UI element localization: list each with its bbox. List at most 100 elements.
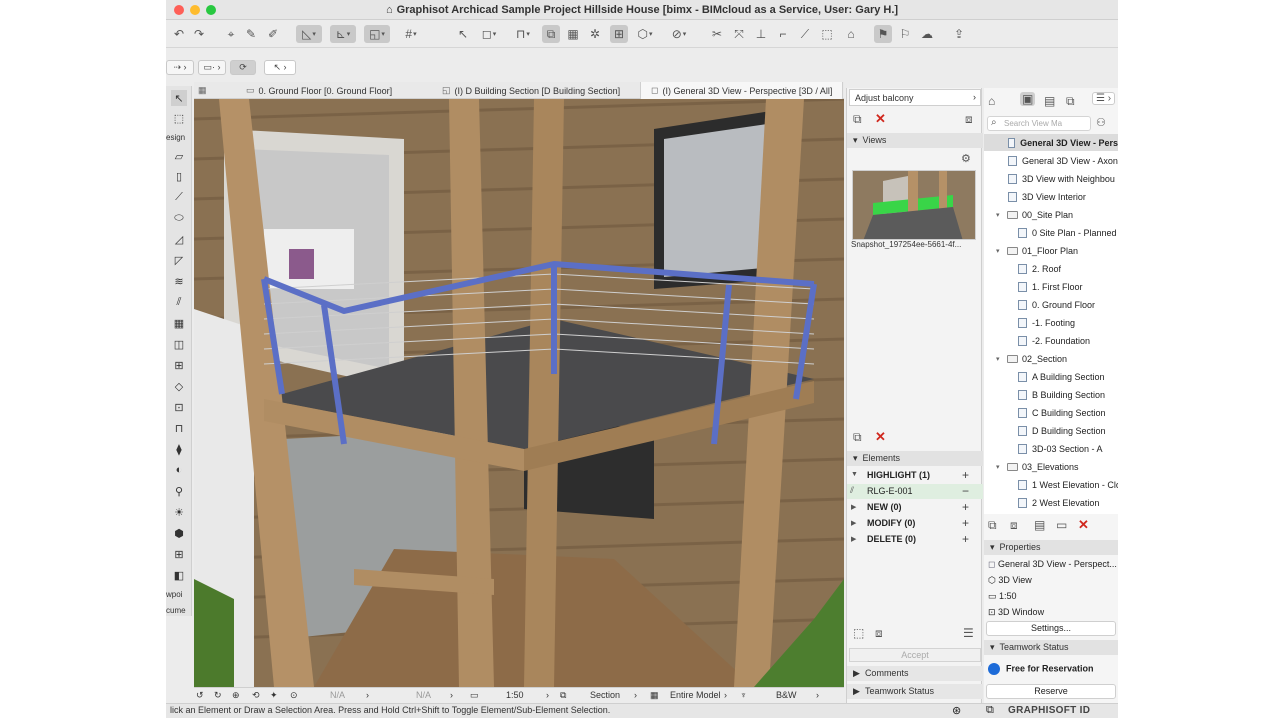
chevron-right-icon[interactable]: › [816,690,819,700]
teamwork-icon[interactable]: ☁ [918,25,936,43]
snap-guides-icon[interactable]: ⊾ ▾ [330,25,356,43]
views-section-header[interactable]: ▾ Views [847,133,983,148]
roof-tool-icon[interactable]: ◿ [171,231,187,247]
snap-points-icon[interactable]: ◱ ▾ [364,25,390,43]
arrow-tool-selector[interactable]: ↖ › [264,60,296,75]
new-group[interactable]: ▶ NEW (0) + [847,500,983,515]
view-mode-dropdown[interactable]: ⇢ › [166,60,194,75]
gear-icon[interactable]: ⚙ [961,152,971,165]
arrow-tool-icon[interactable]: ↖ [171,90,187,106]
tree-item[interactable]: General 3D View - Pers [984,134,1118,151]
wall-tool-icon[interactable]: ▱ [171,148,187,164]
viewpoint-group-label[interactable]: wpoi [166,590,192,599]
reserve-button[interactable]: Reserve [986,684,1116,699]
lamp-tool-icon[interactable]: ☀ [171,504,187,520]
flag-icon[interactable]: ⚑ [874,25,892,43]
roof-icon[interactable]: ⌂ [842,25,860,43]
find-select-icon[interactable]: ⌖ [222,25,240,43]
magic-wand-icon[interactable]: ✲ [586,25,604,43]
teamwork-status-header[interactable]: ▾ Teamwork Status [984,640,1118,655]
teamwork-globe-icon[interactable]: ⊛ [952,704,961,717]
zoom-na[interactable]: N/A [330,690,345,700]
eyedropper-icon[interactable]: ✎ [242,25,260,43]
orbit-view-icon[interactable]: ⟲ [252,690,260,701]
fit-window-icon[interactable]: ⊙ [290,690,298,701]
view-settings-icon[interactable]: ⧈ [965,112,973,127]
tree-item[interactable]: 1. First Floor [1018,278,1083,295]
offset-icon[interactable]: ⊥ [752,25,770,43]
tree-item[interactable]: B Building Section [1018,386,1105,403]
object-3d-tool-icon[interactable]: ⬢ [171,525,187,541]
model-view-option[interactable]: Entire Model [670,690,721,700]
resize-icon[interactable]: ⬚ [818,25,836,43]
chevron-right-icon[interactable]: › [634,690,637,700]
tree-item[interactable]: 1 West Elevation - Clo [1018,476,1118,493]
pointer-icon[interactable]: ↖ [454,25,472,43]
tree-item[interactable]: C Building Section [1018,404,1106,421]
marquee-icon[interactable]: ⊞ [610,25,628,43]
undo-icon[interactable]: ↶ [170,25,188,43]
delete-view-icon[interactable]: ✕ [1078,517,1089,533]
teamwork-section-header[interactable]: ▶ Teamwork Status [847,684,983,699]
stair-tool-icon[interactable]: ≋ [171,273,187,289]
publisher-icon[interactable]: ⧉ [1066,94,1075,109]
door-tool-icon[interactable]: ◫ [171,336,187,352]
properties-header[interactable]: ▾ Properties [984,540,1118,555]
syringe-icon[interactable]: ✐ [264,25,282,43]
curtain-wall-tool-icon[interactable]: ▦ [171,315,187,331]
settings-button[interactable]: Settings... [986,621,1116,636]
navigator-menu-icon[interactable]: ☰ › [1092,92,1116,105]
tab-d-building-section[interactable]: ◱ (I) D Building Section [D Building Sect… [442,82,620,99]
zone-tool-icon[interactable]: ⊓ [171,420,187,436]
marquee-tool-icon[interactable]: ⬚ [171,110,187,126]
column-tool-icon[interactable]: ▯ [171,168,187,184]
surface-painter-icon[interactable]: ⊘ ▾ [666,25,692,43]
scale-value[interactable]: 1:50 [506,690,524,700]
tree-item[interactable]: 3D-03 Section - A [1018,440,1103,457]
3d-model-render[interactable] [194,99,844,687]
issue-title[interactable]: Adjust balcony › [849,89,981,106]
chevron-right-icon[interactable]: › [450,690,453,700]
tree-folder[interactable]: ▾ 03_Elevations [996,458,1079,475]
delete-element-icon[interactable]: ✕ [875,429,886,445]
tree-item[interactable]: 3D View Interior [1008,188,1086,205]
chevron-down-icon[interactable]: ▾ [996,463,1003,471]
window-layout-icon[interactable]: ⧉ [986,704,994,717]
new-view-icon[interactable]: ⧉ [988,518,997,533]
layout-book-icon[interactable]: ▤ [1044,94,1055,108]
3d-viewport[interactable] [194,99,844,687]
tab-ground-floor[interactable]: ▭ 0. Ground Floor [0. Ground Floor] [246,82,392,99]
document-group-label[interactable]: cume [166,606,192,615]
tree-folder[interactable]: ▾ 02_Section [996,350,1067,367]
highlight-elements-icon[interactable]: ⧈ [875,626,883,641]
chevron-down-icon[interactable]: ▾ [996,247,1003,255]
tree-item[interactable]: -2. Foundation [1018,332,1090,349]
view-map-icon[interactable]: ▣ [1020,92,1036,106]
tree-item[interactable]: D Building Section [1018,422,1106,439]
split-icon[interactable]: ✂ [708,25,726,43]
add-element-icon[interactable]: ⧉ [853,430,862,445]
tree-item[interactable]: General 3D View - Axon [1008,152,1118,169]
guide-lines-icon[interactable]: ◺ ▾ [296,25,322,43]
chevron-right-icon[interactable]: › [546,690,549,700]
walk-icon[interactable]: ✦ [270,690,278,701]
redo-icon[interactable]: ↷ [190,25,208,43]
filter-icon[interactable]: ⚇ [1096,116,1106,129]
modify-group[interactable]: ▶ MODIFY (0) + [847,516,983,531]
trace-icon[interactable]: ▦ [564,25,582,43]
select-elements-icon[interactable]: ⬚ [853,626,864,640]
zoom-in-icon[interactable]: ⊕ [232,690,240,701]
tree-folder[interactable]: ▾ 01_Floor Plan [996,242,1078,259]
list-options-icon[interactable]: ☰ [963,626,974,640]
orbit-icon[interactable]: ⟳ [230,60,256,75]
skylight-tool-icon[interactable]: ◇ [171,378,187,394]
3d-view-icon[interactable]: ⬡ ▾ [632,25,658,43]
elevation-tool-icon[interactable]: ◧ [171,567,187,583]
clone-view-icon[interactable]: ⧈ [1010,518,1018,533]
tab-view-switcher[interactable]: ▦ [198,82,211,99]
tree-item[interactable]: 0. Ground Floor [1018,296,1095,313]
tree-item[interactable]: A Building Section [1018,368,1105,385]
new-folder-icon[interactable]: ▤ [1034,518,1045,532]
grid-snap-icon[interactable]: # ▾ [398,25,424,43]
tree-item[interactable]: 2. Roof [1018,260,1061,277]
